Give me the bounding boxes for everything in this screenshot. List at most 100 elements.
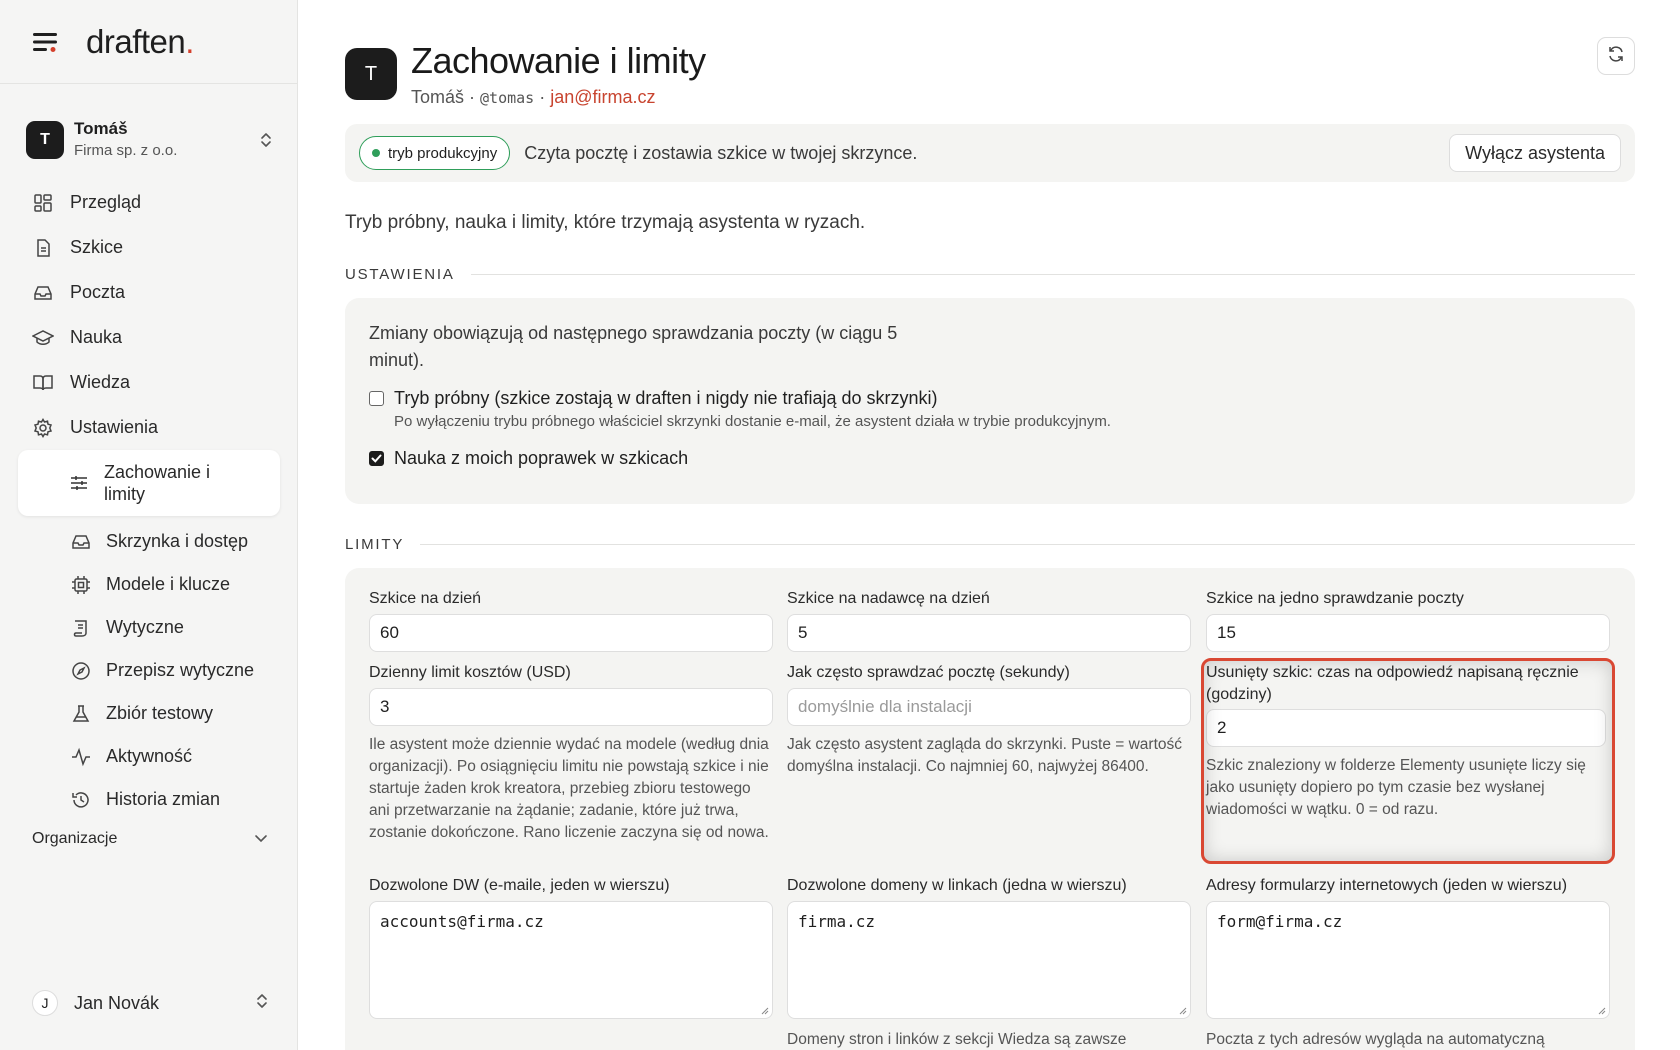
resize-grip-icon[interactable] [1179,1007,1187,1015]
nav-item-mail[interactable]: Poczta [18,270,280,315]
user-menu[interactable]: J Jan Novák [32,990,268,1016]
learning-option[interactable]: Nauka z moich poprawek w szkicach [369,448,1611,469]
subnav-label: Aktywność [106,746,193,766]
nav-item-settings[interactable]: Ustawienia [18,405,280,450]
nav-label: Poczta [70,282,126,302]
subnav-test-set[interactable]: Zbiór testowy [18,692,280,735]
field-label: Adresy formularzy internetowych (jeden w… [1206,877,1568,894]
resize-grip-icon[interactable] [1598,1007,1606,1015]
cost-limit-input[interactable]: 3 [369,687,773,726]
book-icon [32,372,54,394]
chip-icon [70,574,92,596]
menu-icon[interactable] [32,28,60,56]
nav-item-drafts[interactable]: Szkice [18,225,280,270]
chevron-up-down-icon [256,992,268,1014]
mailbox-avatar: T [345,48,397,100]
learning-checkbox[interactable] [369,451,384,466]
deleted-draft-help: Szkic znaleziony w folderze Elementy usu… [1206,757,1586,819]
graduation-cap-icon [32,327,54,349]
subnav-label: Skrzynka i dostęp [106,531,249,551]
subnav-label: Wytyczne [106,617,184,637]
subnav-behavior-limits[interactable]: Zachowanie i limity [18,450,280,516]
drafts-per-check-field: Szkice na jedno sprawdzanie poczty 15 [1206,588,1610,652]
sliders-icon [68,472,90,494]
resize-grip-icon[interactable] [761,1007,769,1015]
limits-heading: LIMITY [345,536,1635,553]
drafts-per-check-input[interactable]: 15 [1206,613,1610,652]
field-label: Dzienny limit kosztów (USD) [369,664,571,681]
workspace-switcher[interactable]: T Tomáš Firma sp. z o.o. [26,112,276,168]
drafts-per-day-field: Szkice na dzień 60 [369,588,773,652]
subnav-label: Historia zmian [106,789,221,809]
page-header: T Zachowanie i limity Tomáš · @tomas · j… [345,40,706,108]
form-addresses-textarea[interactable]: form@firma.cz [1206,900,1610,1019]
allowed-domains-textarea[interactable]: firma.cz [787,900,1191,1019]
workspace-org: Firma sp. z o.o. [74,142,178,160]
mailbox-handle: @tomas [480,89,535,108]
subnav-label: Modele i klucze [106,574,231,594]
refresh-button[interactable] [1597,37,1635,75]
nav-item-knowledge[interactable]: Wiedza [18,360,280,405]
subnav-guidelines[interactable]: Wytyczne [18,606,280,649]
settings-heading: USTAWIENIA [345,266,1635,283]
deleted-draft-field: Usunięty szkic: czas na odpowiedź napisa… [1206,662,1610,821]
subnav-label: Zachowanie i limity [104,461,211,505]
settings-note: Zmiany obowiązują od następnego sprawdza… [369,323,898,370]
field-label: Szkice na dzień [369,590,482,607]
poll-interval-input[interactable]: domyślnie dla instalacji [787,687,1191,726]
mailbox-email[interactable]: jan@firma.cz [550,87,655,107]
separator: · [464,87,481,108]
drafts-per-sender-input[interactable]: 5 [787,613,1191,652]
main-content: T Zachowanie i limity Tomáš · @tomas · j… [345,0,1635,1050]
drafts-per-sender-field: Szkice na nadawcę na dzień 5 [787,588,1191,652]
trial-mode-label[interactable]: Tryb próbny (szkice zostają w draften i … [394,388,938,409]
field-label: Szkice na nadawcę na dzień [787,590,990,607]
document-icon [32,237,54,259]
compass-icon [70,660,92,682]
status-description: Czyta pocztę i zostawia szkice w twojej … [524,142,918,163]
allowed-cc-textarea[interactable]: accounts@firma.cz [369,900,773,1019]
cost-limit-help: Ile asystent może dziennie wydać na mode… [369,735,769,841]
brand-bar: draften. [0,0,297,84]
main-nav: Przegląd Szkice Poczta Nauka Wiedza Usta… [18,180,280,821]
limits-heading-label: LIMITY [345,536,405,553]
drafts-per-day-input[interactable]: 60 [369,613,773,652]
textarea-value: accounts@firma.cz [380,911,544,931]
trial-mode-checkbox[interactable] [369,391,384,406]
allowed-domains-field: Dozwolone domeny w linkach (jedna w wier… [787,875,1191,1050]
page-intro: Tryb próbny, nauka i limity, które trzym… [345,212,866,233]
scroll-icon [70,617,92,639]
status-badge-label: tryb produkcyjny [388,144,498,162]
nav-label: Nauka [70,327,123,347]
field-label: Dozwolone DW (e-maile, jeden w wierszu) [369,877,670,894]
status-dot-icon [372,149,380,157]
app-logo[interactable]: draften. [86,23,194,61]
subnav-models-keys[interactable]: Modele i klucze [18,563,280,606]
activity-icon [70,746,92,768]
poll-interval-help: Jak często asystent zagląda do skrzynki.… [787,735,1183,775]
nav-item-overview[interactable]: Przegląd [18,180,280,225]
inbox-icon [32,282,54,304]
user-avatar: J [32,990,58,1016]
subnav-rewrite-guidelines[interactable]: Przepisz wytyczne [18,649,280,692]
disable-assistant-button[interactable]: Wyłącz asystenta [1449,134,1621,172]
divider [470,274,1635,275]
learning-label[interactable]: Nauka z moich poprawek w szkicach [394,448,688,469]
poll-interval-field: Jak często sprawdzać pocztę (sekundy) do… [787,662,1191,778]
subnav-activity[interactable]: Aktywność [18,735,280,778]
trial-mode-option[interactable]: Tryb próbny (szkice zostają w draften i … [369,388,1611,409]
subnav-change-history[interactable]: Historia zmian [18,778,280,821]
settings-card: Zmiany obowiązują od następnego sprawdza… [345,298,1635,504]
deleted-draft-input[interactable]: 2 [1206,709,1606,748]
subnav-mailbox-access[interactable]: Skrzynka i dostęp [18,520,280,563]
nav-label: Ustawienia [70,417,159,437]
assistant-status-bar: tryb produkcyjny Czyta pocztę i zostawia… [345,124,1635,182]
nav-item-learning[interactable]: Nauka [18,315,280,360]
gear-icon [32,417,54,439]
organizations-toggle[interactable]: Organizacje [32,830,268,848]
workspace-avatar: T [26,121,64,159]
field-label: Usunięty szkic: czas na odpowiedź napisa… [1206,664,1579,703]
form-addresses-help: Poczta z tych adresów wygląda na automat… [1206,1030,1545,1048]
field-label: Szkice na jedno sprawdzanie poczty [1206,590,1464,607]
page-title: Zachowanie i limity [411,40,706,81]
